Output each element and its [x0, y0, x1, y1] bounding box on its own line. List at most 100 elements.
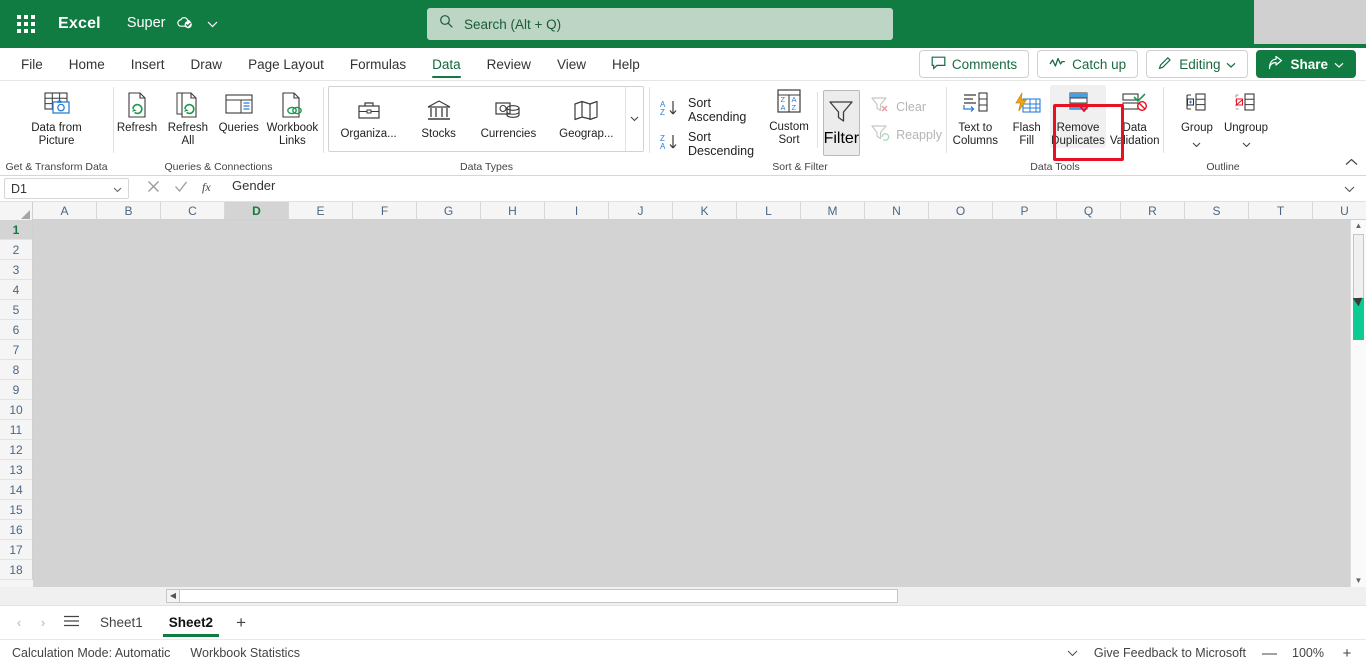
column-header-o[interactable]: O: [929, 202, 993, 219]
column-header-p[interactable]: P: [993, 202, 1057, 219]
row-header-5[interactable]: 5: [0, 300, 33, 320]
text-to-columns-button[interactable]: Text to Columns: [947, 85, 1004, 148]
status-more-chevron-down-icon[interactable]: [1067, 646, 1078, 657]
remove-duplicates-button[interactable]: Remove Duplicates: [1049, 85, 1107, 148]
workbook-links-button[interactable]: Workbook Links: [262, 85, 323, 148]
app-launcher-icon[interactable]: [6, 4, 46, 44]
geography-button[interactable]: Geograp...: [555, 91, 617, 141]
sort-ascending-button[interactable]: A Z Sort Ascending: [656, 93, 758, 127]
zoom-level-label[interactable]: 100%: [1292, 646, 1324, 657]
app-name[interactable]: Excel: [58, 15, 101, 33]
row-header-17[interactable]: 17: [0, 540, 33, 560]
catch-up-button[interactable]: Catch up: [1037, 50, 1139, 78]
add-sheet-button[interactable]: +: [227, 613, 255, 633]
scroll-up-caret-up-icon[interactable]: ▲: [1351, 220, 1366, 232]
column-header-n[interactable]: N: [865, 202, 929, 219]
zoom-in-button[interactable]: +: [1340, 645, 1354, 657]
row-header-7[interactable]: 7: [0, 340, 33, 360]
currencies-button[interactable]: Currencies: [477, 91, 541, 141]
select-all-icon[interactable]: [0, 202, 33, 220]
tab-data[interactable]: Data: [419, 48, 474, 80]
row-header-3[interactable]: 3: [0, 260, 33, 280]
tab-draw[interactable]: Draw: [178, 48, 236, 80]
column-header-s[interactable]: S: [1185, 202, 1249, 219]
row-header-4[interactable]: 4: [0, 280, 33, 300]
sheet-tab-sheet2[interactable]: Sheet2: [157, 607, 225, 639]
cancel-edit-close-icon[interactable]: [147, 180, 160, 198]
column-header-l[interactable]: L: [737, 202, 801, 219]
tab-view[interactable]: View: [544, 48, 599, 80]
column-header-b[interactable]: B: [97, 202, 161, 219]
sheet-canvas[interactable]: [33, 220, 1366, 587]
confirm-edit-check-icon[interactable]: [174, 180, 188, 198]
row-header-15[interactable]: 15: [0, 500, 33, 520]
clear-filter-button[interactable]: Clear: [866, 93, 946, 121]
expand-formula-bar-chevron-down-icon[interactable]: [1337, 180, 1362, 198]
collapse-ribbon-chevron-up-icon[interactable]: [1345, 153, 1358, 171]
row-header-14[interactable]: 14: [0, 480, 33, 500]
editing-button[interactable]: Editing: [1146, 50, 1249, 78]
queries-button[interactable]: Queries: [216, 85, 262, 135]
column-header-a[interactable]: A: [33, 202, 97, 219]
column-header-q[interactable]: Q: [1057, 202, 1121, 219]
ungroup-button[interactable]: Ungroup: [1220, 85, 1272, 153]
calculation-mode-status[interactable]: Calculation Mode: Automatic: [12, 646, 170, 657]
refresh-all-button[interactable]: Refresh All: [160, 85, 216, 148]
name-box-chevron-down-icon[interactable]: [113, 182, 122, 196]
row-header-13[interactable]: 13: [0, 460, 33, 480]
column-header-j[interactable]: J: [609, 202, 673, 219]
vertical-scrollbar[interactable]: ▲ ▼: [1350, 220, 1366, 587]
column-header-t[interactable]: T: [1249, 202, 1313, 219]
tab-file[interactable]: File: [8, 48, 56, 80]
row-header-9[interactable]: 9: [0, 380, 33, 400]
comments-button[interactable]: Comments: [918, 50, 1030, 78]
insert-function-fx-icon[interactable]: fx: [202, 179, 218, 199]
refresh-button[interactable]: Refresh: [114, 85, 160, 135]
row-header-10[interactable]: 10: [0, 400, 33, 420]
share-button[interactable]: Share: [1256, 50, 1356, 78]
tab-page-layout[interactable]: Page Layout: [235, 48, 337, 80]
flash-fill-button[interactable]: Flash Fill: [1004, 85, 1050, 148]
row-header-8[interactable]: 8: [0, 360, 33, 380]
row-header-1[interactable]: 1: [0, 220, 33, 240]
next-sheet-chevron-right-icon[interactable]: ›: [32, 615, 54, 630]
row-header-6[interactable]: 6: [0, 320, 33, 340]
horizontal-scroll-thumb[interactable]: [180, 589, 898, 603]
sort-descending-button[interactable]: Z A Sort Descending: [656, 127, 758, 161]
group-button[interactable]: Group: [1174, 85, 1220, 153]
column-header-d[interactable]: D: [225, 202, 289, 219]
data-from-picture-button[interactable]: Data from Picture: [11, 85, 103, 148]
chevron-down-icon[interactable]: [1192, 135, 1201, 153]
stocks-button[interactable]: Stocks: [416, 91, 462, 141]
tab-insert[interactable]: Insert: [118, 48, 178, 80]
scroll-down-caret-down-icon[interactable]: ▼: [1351, 575, 1366, 587]
organization-button[interactable]: Organiza...: [336, 91, 400, 141]
file-menu-chevron-down-icon[interactable]: [207, 16, 218, 32]
row-header-18[interactable]: 18: [0, 560, 33, 580]
horizontal-scrollbar[interactable]: ◀: [0, 587, 1366, 605]
workbook-statistics-status[interactable]: Workbook Statistics: [190, 646, 300, 657]
column-header-m[interactable]: M: [801, 202, 865, 219]
zoom-out-button[interactable]: —: [1262, 645, 1277, 657]
data-validation-button[interactable]: Data Validation: [1106, 85, 1163, 148]
column-header-h[interactable]: H: [481, 202, 545, 219]
row-header-16[interactable]: 16: [0, 520, 33, 540]
previous-sheet-chevron-left-icon[interactable]: ‹: [8, 615, 30, 630]
column-header-u[interactable]: U: [1313, 202, 1366, 219]
formula-input[interactable]: Gender: [232, 178, 1337, 200]
sheet-tab-sheet1[interactable]: Sheet1: [88, 607, 155, 639]
data-types-more-chevron-down-icon[interactable]: [625, 87, 643, 151]
chevron-down-icon[interactable]: [1242, 135, 1251, 153]
file-name[interactable]: Super: [127, 15, 218, 34]
column-header-i[interactable]: I: [545, 202, 609, 219]
row-header-12[interactable]: 12: [0, 440, 33, 460]
tab-home[interactable]: Home: [56, 48, 118, 80]
tab-formulas[interactable]: Formulas: [337, 48, 419, 80]
search-input[interactable]: Search (Alt + Q): [427, 8, 893, 40]
column-header-e[interactable]: E: [289, 202, 353, 219]
row-header-11[interactable]: 11: [0, 420, 33, 440]
reapply-filter-button[interactable]: Reapply: [866, 121, 946, 149]
tab-review[interactable]: Review: [474, 48, 544, 80]
column-header-k[interactable]: K: [673, 202, 737, 219]
column-header-g[interactable]: G: [417, 202, 481, 219]
